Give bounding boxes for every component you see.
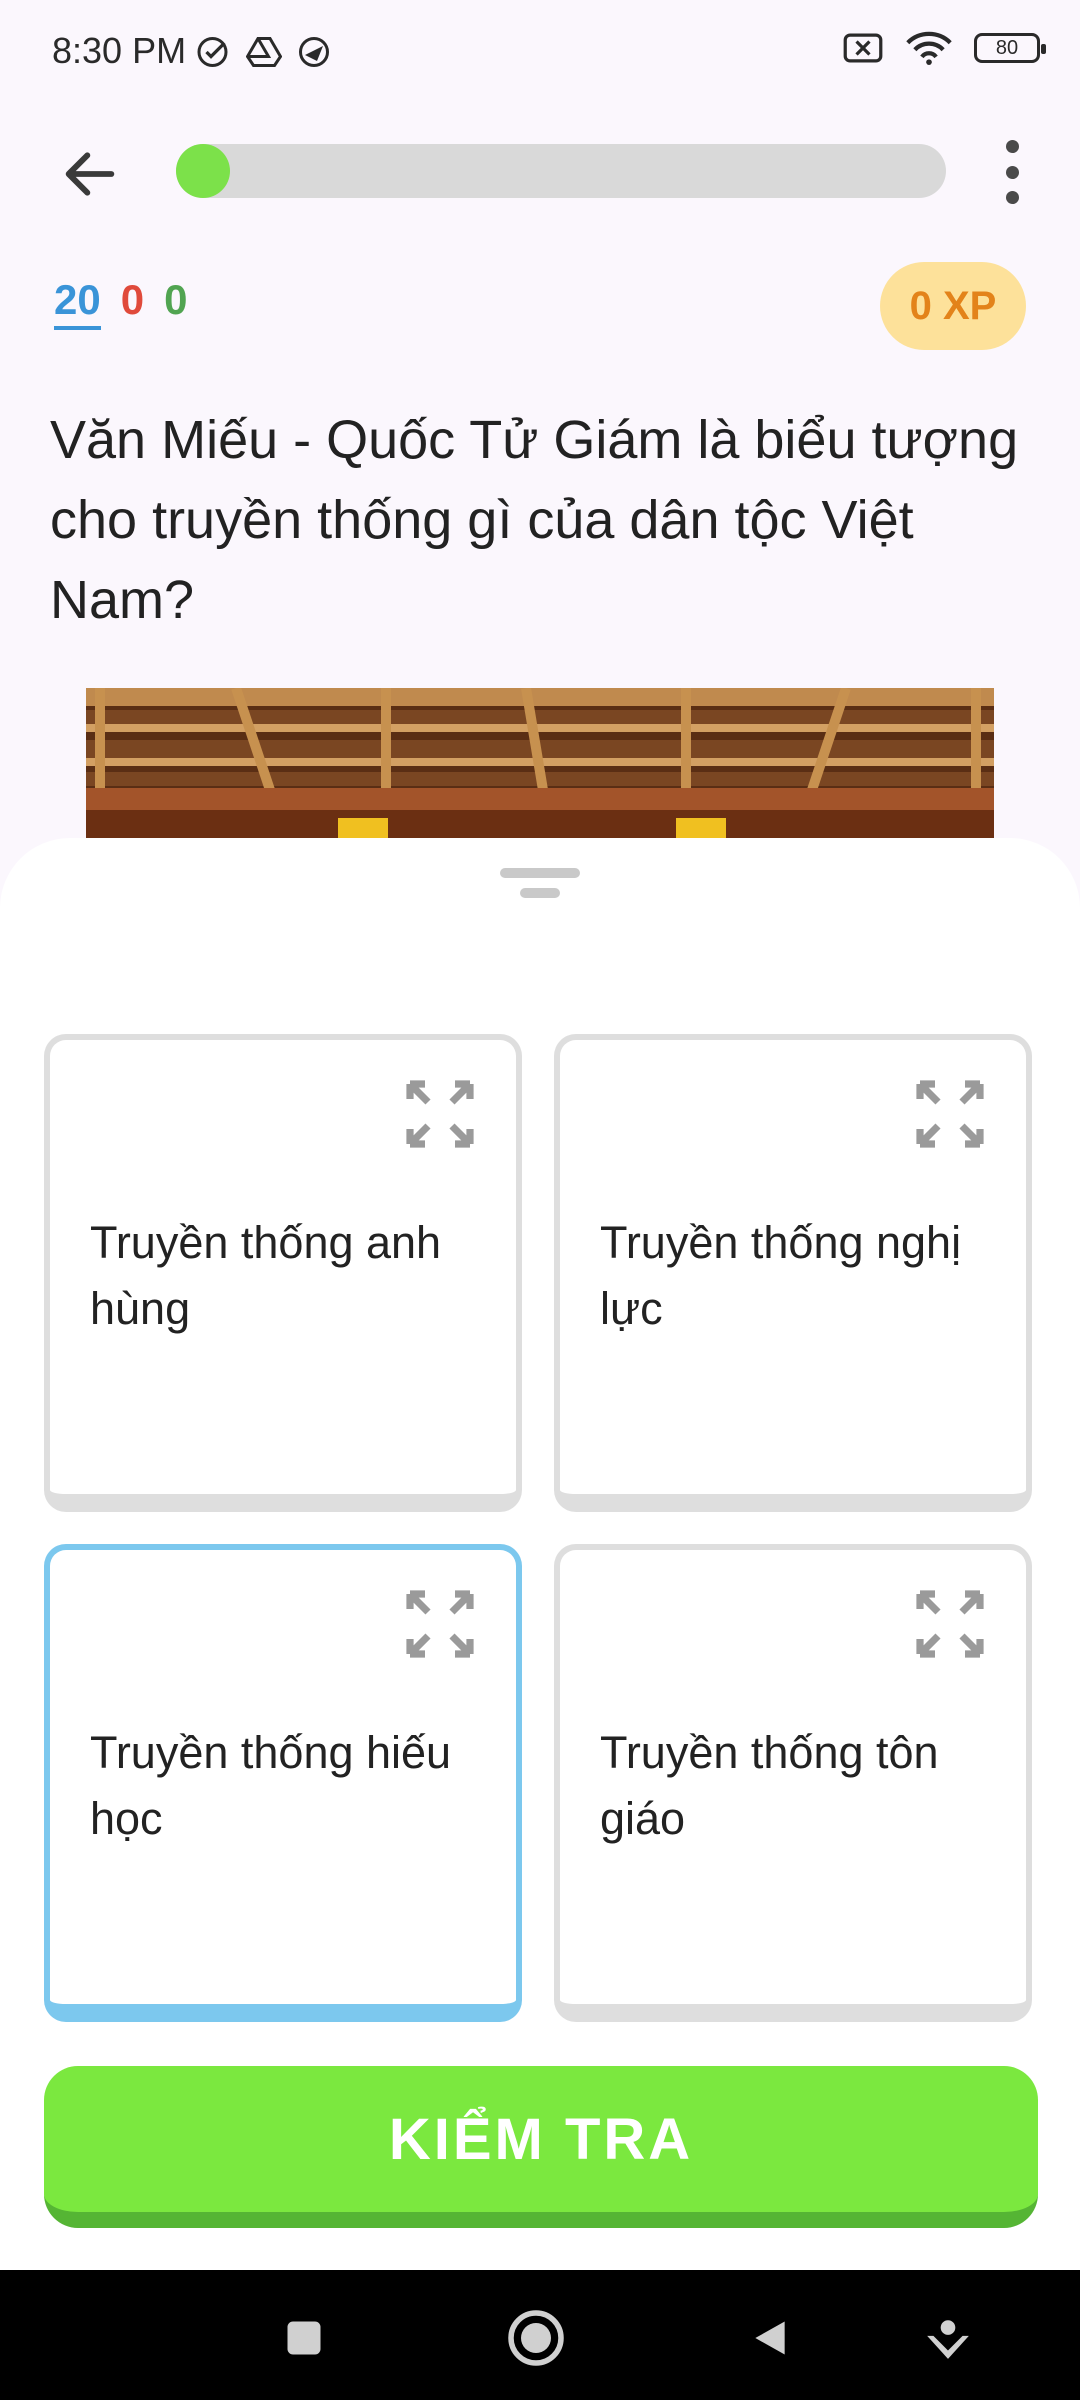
wifi-icon <box>906 31 952 65</box>
question-image <box>86 688 994 838</box>
status-bar: 8:30 PM 80 <box>0 0 1080 110</box>
drive-icon <box>246 37 282 67</box>
answer-option-label: Truyền thống anh hùng <box>90 1217 442 1334</box>
home-button[interactable] <box>506 2308 566 2368</box>
home-circle-icon <box>508 2310 564 2366</box>
status-system-icons: 80 <box>842 30 1046 66</box>
assist-icon <box>927 2320 969 2359</box>
question-text: Văn Miếu - Quốc Tử Giám là biểu tượng ch… <box>50 410 1019 630</box>
battery-icon: 80 <box>974 33 1046 63</box>
answer-option-label: Truyền thống hiếu học <box>90 1727 452 1844</box>
back-button[interactable] <box>52 136 128 212</box>
check-answer-button[interactable]: KIỂM TRA <box>44 2066 1038 2228</box>
back-nav-button[interactable] <box>740 2308 800 2368</box>
xp-badge: 0 XP <box>880 262 1026 350</box>
expand-icon[interactable] <box>914 1588 986 1660</box>
wrong-count: 0 <box>120 276 145 323</box>
lesson-progress-fill <box>176 144 230 198</box>
check-circle-icon <box>197 37 228 67</box>
answer-option-1[interactable]: Truyền thống anh hùng <box>44 1034 522 1512</box>
correct-count: 0 <box>164 276 188 323</box>
more-vertical-icon <box>1005 140 1019 153</box>
expand-icon[interactable] <box>914 1078 986 1150</box>
chat-icon <box>299 37 329 67</box>
answer-option-label: Truyền thống nghị lực <box>600 1217 962 1334</box>
expand-icon[interactable] <box>404 1078 476 1150</box>
no-sim-icon <box>843 33 883 63</box>
arrow-left-icon <box>65 152 115 196</box>
lesson-progress-bar <box>176 144 946 198</box>
sheet-drag-handle[interactable] <box>500 868 580 902</box>
score-stats: 20 0 0 <box>54 276 187 330</box>
temple-roof-image <box>86 688 994 838</box>
square-icon <box>287 2321 321 2355</box>
answer-option-label: Truyền thống tôn giáo <box>600 1727 939 1844</box>
status-notification-icons <box>196 34 332 70</box>
back-triangle-icon <box>755 2321 785 2355</box>
more-options-button[interactable] <box>990 140 1034 204</box>
answer-option-3[interactable]: Truyền thống hiếu học <box>44 1544 522 2022</box>
answer-option-2[interactable]: Truyền thống nghị lực <box>554 1034 1032 1512</box>
status-time: 8:30 PM <box>52 30 187 71</box>
total-questions-count: 20 <box>54 276 101 330</box>
expand-icon[interactable] <box>404 1588 476 1660</box>
recents-button[interactable] <box>274 2308 334 2368</box>
system-nav-bar <box>0 2270 1080 2400</box>
assist-button[interactable] <box>918 2308 978 2368</box>
answer-option-4[interactable]: Truyền thống tôn giáo <box>554 1544 1032 2022</box>
